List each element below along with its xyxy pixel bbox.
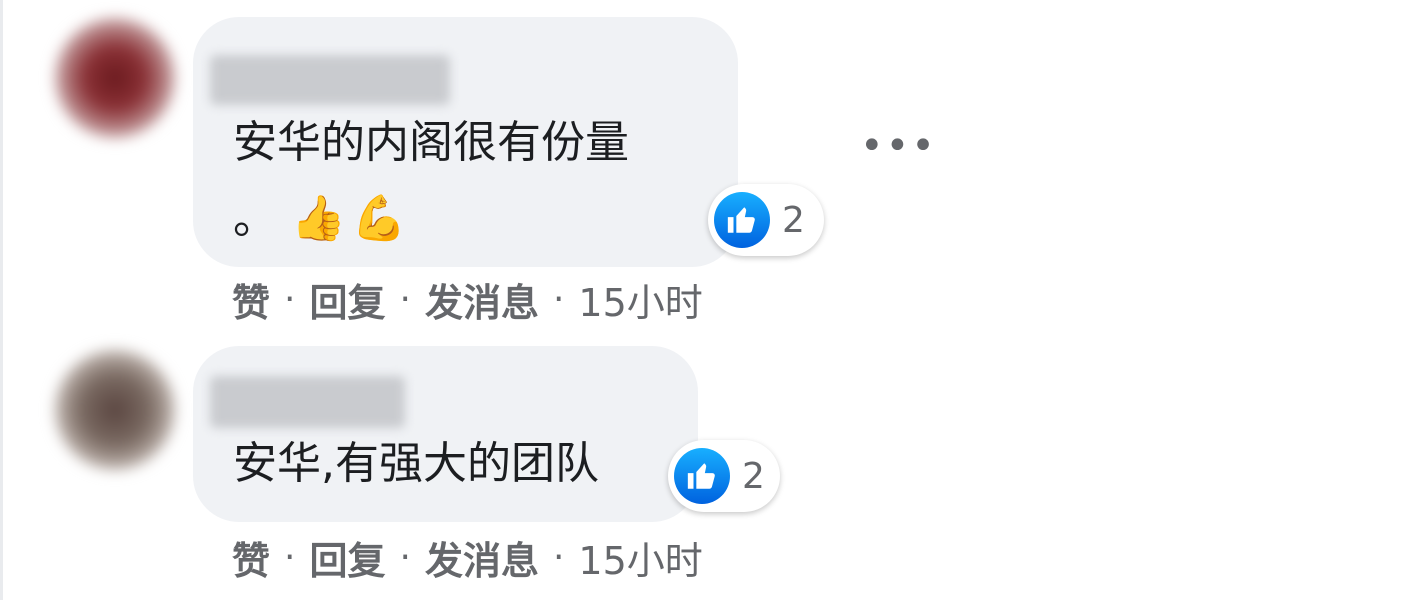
separator-dot: · bbox=[399, 279, 411, 320]
separator-dot: · bbox=[552, 279, 565, 320]
separator-dot: · bbox=[284, 537, 296, 578]
message-button[interactable]: 发消息 bbox=[425, 530, 539, 585]
more-options-icon[interactable]: ••• bbox=[860, 126, 935, 166]
page-left-edge bbox=[0, 0, 3, 600]
like-button[interactable]: 赞 bbox=[232, 530, 270, 585]
comment-text-line-1: 安华的内阁很有份量 bbox=[233, 117, 629, 168]
reaction-summary[interactable]: 2 bbox=[708, 184, 824, 256]
reply-button[interactable]: 回复 bbox=[309, 530, 385, 585]
reaction-count: 2 bbox=[742, 455, 765, 497]
separator-dot: · bbox=[399, 537, 411, 578]
comment-actions: 赞 · 回复 · 发消息 · 15小时 bbox=[232, 272, 703, 327]
comment-punctuation: 。 bbox=[233, 193, 277, 244]
flexed-biceps-emoji: 💪 bbox=[351, 193, 407, 244]
like-thumb-icon bbox=[674, 448, 730, 504]
comment-bubble: 安华,有强大的团队 bbox=[193, 346, 698, 522]
comment-text: 安华的内阁很有份量 。 👍 💪 bbox=[233, 105, 629, 257]
like-button[interactable]: 赞 bbox=[232, 272, 270, 327]
comment-text-line-2: 。 👍 💪 bbox=[233, 181, 629, 257]
reaction-summary[interactable]: 2 bbox=[668, 440, 780, 512]
message-button[interactable]: 发消息 bbox=[425, 272, 539, 327]
comment-bubble: 安华的内阁很有份量 。 👍 💪 bbox=[193, 17, 738, 267]
comment-text: 安华,有强大的团队 bbox=[233, 438, 599, 489]
separator-dot: · bbox=[284, 279, 296, 320]
author-name-blurred[interactable] bbox=[210, 55, 450, 105]
thumbs-up-emoji: 👍 bbox=[291, 193, 346, 244]
separator-dot: · bbox=[552, 537, 565, 578]
reply-button[interactable]: 回复 bbox=[309, 272, 385, 327]
timestamp-link[interactable]: 15小时 bbox=[578, 530, 702, 585]
like-thumb-icon bbox=[714, 192, 770, 248]
avatar[interactable] bbox=[55, 18, 175, 138]
comment-actions: 赞 · 回复 · 发消息 · 15小时 bbox=[232, 530, 703, 585]
timestamp-link[interactable]: 15小时 bbox=[578, 272, 702, 327]
reaction-count: 2 bbox=[782, 199, 805, 241]
author-name-blurred[interactable] bbox=[210, 376, 405, 428]
avatar[interactable] bbox=[55, 350, 175, 470]
